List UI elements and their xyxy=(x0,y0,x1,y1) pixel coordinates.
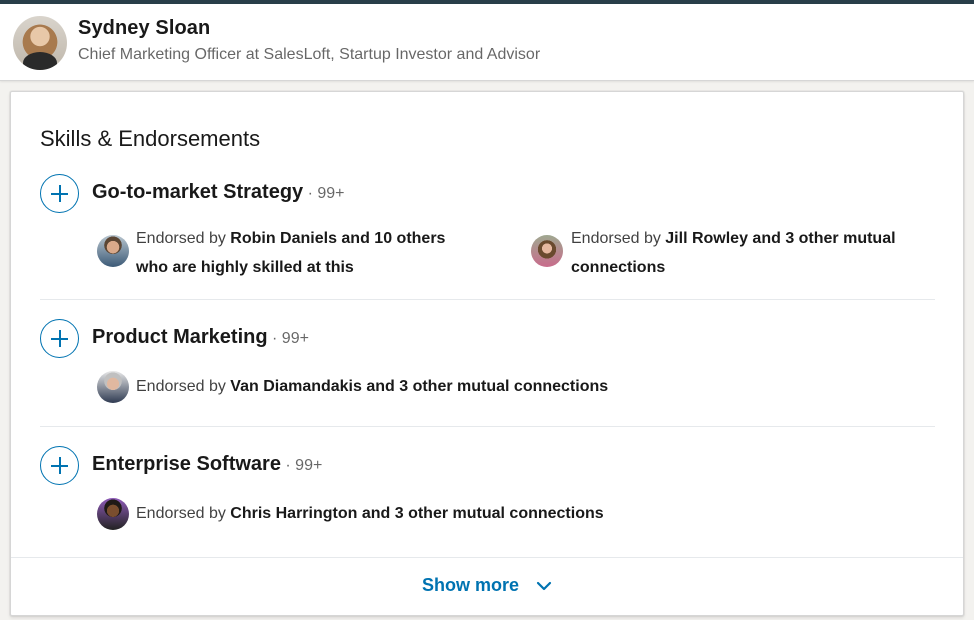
section-title: Skills & Endorsements xyxy=(40,126,261,151)
skill-divider xyxy=(40,299,935,300)
endorsement-text[interactable]: Endorsed by Jill Rowley and 3 other mutu… xyxy=(571,224,935,282)
endorsement-names: Chris Harrington and 3 other mutual conn… xyxy=(230,505,604,522)
endorsement-text[interactable]: Endorsed by Robin Daniels and 10 others … xyxy=(136,224,476,282)
endorsement-text[interactable]: Endorsed by Van Diamandakis and 3 other … xyxy=(136,372,896,401)
endorsement-names: Van Diamandakis and 3 other mutual conne… xyxy=(230,378,609,395)
skill-item: Enterprise Software · 99+ Endorsed by Ch… xyxy=(40,446,935,536)
endorsement-prefix: Endorsed by xyxy=(136,230,231,247)
skill-name[interactable]: Go-to-market Strategy xyxy=(92,181,303,203)
endorsement-prefix: Endorsed by xyxy=(136,378,231,395)
avatar-shoulders xyxy=(23,52,57,70)
endorser-avatar[interactable] xyxy=(531,235,563,267)
profile-name[interactable]: Sydney Sloan xyxy=(78,17,210,40)
skill-name-row: Go-to-market Strategy · 99+ xyxy=(92,181,345,204)
endorsement-text[interactable]: Endorsed by Chris Harrington and 3 other… xyxy=(136,499,896,528)
endorser-avatar[interactable] xyxy=(97,371,129,403)
skill-name[interactable]: Enterprise Software xyxy=(92,453,281,475)
profile-avatar[interactable] xyxy=(13,16,67,70)
endorse-plus-button[interactable] xyxy=(40,319,79,358)
chevron-down-icon[interactable] xyxy=(536,580,552,592)
endorse-plus-button[interactable] xyxy=(40,174,79,213)
show-more-button[interactable]: Show more xyxy=(422,575,519,596)
skill-name-row: Enterprise Software · 99+ xyxy=(92,453,322,476)
endorsement-prefix: Endorsed by xyxy=(571,230,666,247)
skill-endorsement-count[interactable]: · 99+ xyxy=(268,330,309,347)
skill-name[interactable]: Product Marketing xyxy=(92,326,268,348)
endorsement-prefix: Endorsed by xyxy=(136,505,231,522)
profile-sticky-header: Sydney Sloan Chief Marketing Officer at … xyxy=(0,4,974,81)
endorser-avatar[interactable] xyxy=(97,498,129,530)
skills-endorsements-card: Skills & Endorsements Go-to-market Strat… xyxy=(10,91,964,616)
profile-headline: Chief Marketing Officer at SalesLoft, St… xyxy=(78,46,541,63)
skill-name-row: Product Marketing · 99+ xyxy=(92,326,309,349)
skill-item: Product Marketing · 99+ Endorsed by Van … xyxy=(40,319,935,427)
skill-endorsement-count[interactable]: · 99+ xyxy=(281,457,322,474)
show-more-footer: Show more xyxy=(11,557,963,616)
skill-endorsement-count[interactable]: · 99+ xyxy=(303,185,345,202)
skill-item: Go-to-market Strategy · 99+ Endorsed by … xyxy=(40,174,935,300)
endorser-avatar[interactable] xyxy=(97,235,129,267)
endorse-plus-button[interactable] xyxy=(40,446,79,485)
skill-divider xyxy=(40,426,935,427)
